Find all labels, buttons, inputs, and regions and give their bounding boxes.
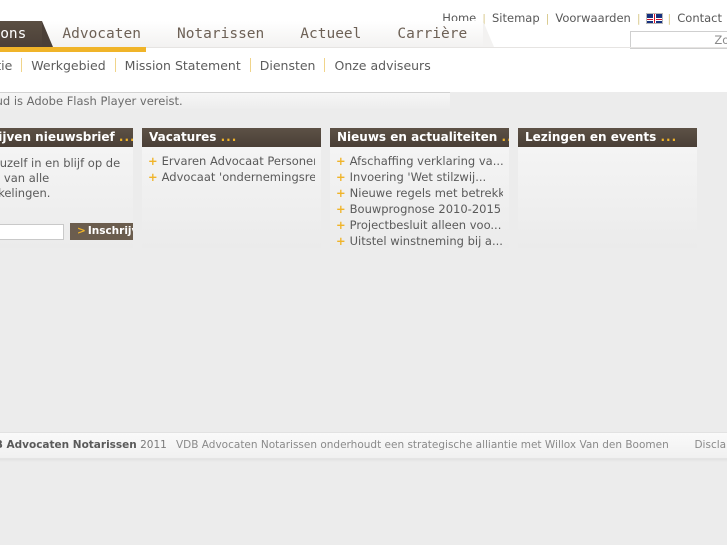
panel-title: Vacatures xyxy=(149,130,217,144)
list-item[interactable]: + Uitstel winstneming bij a... xyxy=(336,234,503,248)
footer-shadow xyxy=(0,458,727,462)
panel-title-dots: ... xyxy=(660,130,678,144)
newsletter-email-input[interactable] xyxy=(0,223,64,240)
sub-navigation: anisatie Werkgebied Mission Statement Di… xyxy=(0,55,440,75)
list-item[interactable]: + Invoering 'Wet stilzwij... xyxy=(336,170,503,185)
subnav-item-onze-adviseurs[interactable]: Onze adviseurs xyxy=(325,58,439,73)
nieuws-list: + Afschaffing verklaring va... + Invoering… xyxy=(336,154,503,248)
panel-lezingen-en-events: Lezingen en events ... xyxy=(518,128,697,248)
newsletter-form: >Inschrijven xyxy=(0,223,133,240)
panel-body: Schrijf uzelf in en blijf op de hoogte v… xyxy=(0,147,133,248)
panel-header: Lezingen en events ... xyxy=(518,128,697,147)
vacatures-list: + Ervaren Advocaat Personen... + Advocaat … xyxy=(148,154,315,185)
list-item-label: Nieuwe regels met betrekk... xyxy=(349,186,503,200)
footer-brand: VDB Advocaten Notarissen xyxy=(0,439,137,451)
panel-vacatures: Vacatures ... + Ervaren Advocaat Personen… xyxy=(142,128,321,248)
panel-title-dots: ... xyxy=(118,130,133,144)
panel-body xyxy=(518,147,697,248)
arrow-right-icon: > xyxy=(77,225,86,237)
panel-title-dots: ... xyxy=(220,130,238,144)
site-footer: VDB Advocaten Notarissen 2011 VDB Advoca… xyxy=(0,432,727,459)
panel-header: Nieuws en actualiteiten ... xyxy=(330,128,509,147)
list-item-label: Afschaffing verklaring va... xyxy=(349,154,503,168)
panel-title-dots: ... xyxy=(501,130,509,144)
plus-icon: + xyxy=(336,218,346,232)
panel-header: nschrijven nieuwsbrief ... xyxy=(0,128,133,147)
tab-label: Advocaten xyxy=(62,26,141,42)
panel-newsletter: nschrijven nieuwsbrief ... Schrijf uzelf… xyxy=(0,128,133,248)
list-item-label: Uitstel winstneming bij a... xyxy=(349,234,503,248)
tab-notarissen[interactable]: Notarissen xyxy=(156,21,292,47)
tab-carriere[interactable]: Carrière xyxy=(377,21,495,47)
page-canvas: Home | Sitemap | Voorwaarden | | Contact… xyxy=(0,0,727,545)
newsletter-subscribe-button[interactable]: >Inschrijven xyxy=(70,223,133,240)
tab-actueel[interactable]: Actueel xyxy=(280,21,389,47)
search-input[interactable] xyxy=(631,32,727,48)
tab-advocaten[interactable]: Advocaten xyxy=(42,21,168,47)
list-item-label: Bouwprognose 2010-2015 sc... xyxy=(349,202,503,216)
footer-alliance-text: VDB Advocaten Notarissen onderhoudt een … xyxy=(176,439,669,451)
newsletter-description: Schrijf uzelf in en blijf op de hoogte v… xyxy=(0,156,121,200)
subnav-item-mission-statement[interactable]: Mission Statement xyxy=(116,58,250,73)
list-item[interactable]: + Nieuwe regels met betrekk... xyxy=(336,186,503,201)
panel-body: + Afschaffing verklaring va... + Invoering… xyxy=(330,147,509,248)
panel-title: Lezingen en events xyxy=(525,130,657,144)
subnav-item-werkgebied[interactable]: Werkgebied xyxy=(22,58,114,73)
plus-icon: + xyxy=(148,170,158,184)
plus-icon: + xyxy=(336,154,346,168)
subnav-item-organisatie[interactable]: anisatie xyxy=(0,58,21,73)
main-navigation: er ons Advocaten Notarissen Actueel Carr… xyxy=(0,21,495,47)
plus-icon: + xyxy=(336,202,346,216)
tab-label: er ons xyxy=(0,26,27,42)
newsletter-subscribe-label: Inschrijven xyxy=(87,225,133,237)
utility-link-contact[interactable]: Contact xyxy=(671,11,727,25)
subnav-item-diensten[interactable]: Diensten xyxy=(251,58,325,73)
flash-player-message: ze inhoud is Adobe Flash Player vereist. xyxy=(0,93,450,109)
panel-row: nschrijven nieuwsbrief ... Schrijf uzelf… xyxy=(0,128,727,248)
list-item[interactable]: + Projectbesluit alleen voo... xyxy=(336,218,503,233)
tab-label: Actueel xyxy=(300,26,362,42)
utility-separator: | xyxy=(636,11,641,25)
list-item[interactable]: + Afschaffing verklaring va... xyxy=(336,154,503,169)
tab-label: Notarissen xyxy=(176,26,265,42)
plus-icon: + xyxy=(148,154,158,168)
plus-icon: + xyxy=(336,170,346,184)
list-item[interactable]: +Advocaat 'ondernemingsrec... xyxy=(148,170,315,185)
footer-year: 2011 xyxy=(140,439,167,451)
panel-title: Nieuws en actualiteiten xyxy=(337,130,498,144)
footer-disclaimer-link[interactable]: Disclaimer xyxy=(694,439,727,451)
list-item-label: Projectbesluit alleen voo... xyxy=(349,218,502,232)
plus-icon: + xyxy=(336,186,346,200)
list-item[interactable]: +Bouwprognose 2010-2015 sc... xyxy=(336,202,503,217)
tab-label: Carrière xyxy=(397,26,468,42)
plus-icon: + xyxy=(336,234,346,248)
list-item-label: Invoering 'Wet stilzwij... xyxy=(349,170,487,184)
tab-over-ons[interactable]: er ons xyxy=(0,21,54,47)
footer-copyright: VDB Advocaten Notarissen 2011 xyxy=(0,439,167,451)
list-item-label: Advocaat 'ondernemingsrec... xyxy=(161,170,315,184)
uk-flag-icon[interactable] xyxy=(645,12,663,24)
panel-nieuws-en-actualiteiten: Nieuws en actualiteiten ... +Afschaffing… xyxy=(330,128,509,248)
active-tab-underline xyxy=(0,47,146,52)
panel-body: + Ervaren Advocaat Personen... + Advocaat … xyxy=(142,147,321,248)
utility-link-sitemap[interactable]: Sitemap xyxy=(486,11,546,25)
panel-title: nschrijven nieuwsbrief xyxy=(0,130,115,144)
list-item[interactable]: + Ervaren Advocaat Personen... xyxy=(148,154,315,169)
utility-link-voorwaarden[interactable]: Voorwaarden xyxy=(549,11,636,25)
list-item-label: Ervaren Advocaat Personen... xyxy=(161,154,315,168)
panel-header: Vacatures ... xyxy=(142,128,321,147)
